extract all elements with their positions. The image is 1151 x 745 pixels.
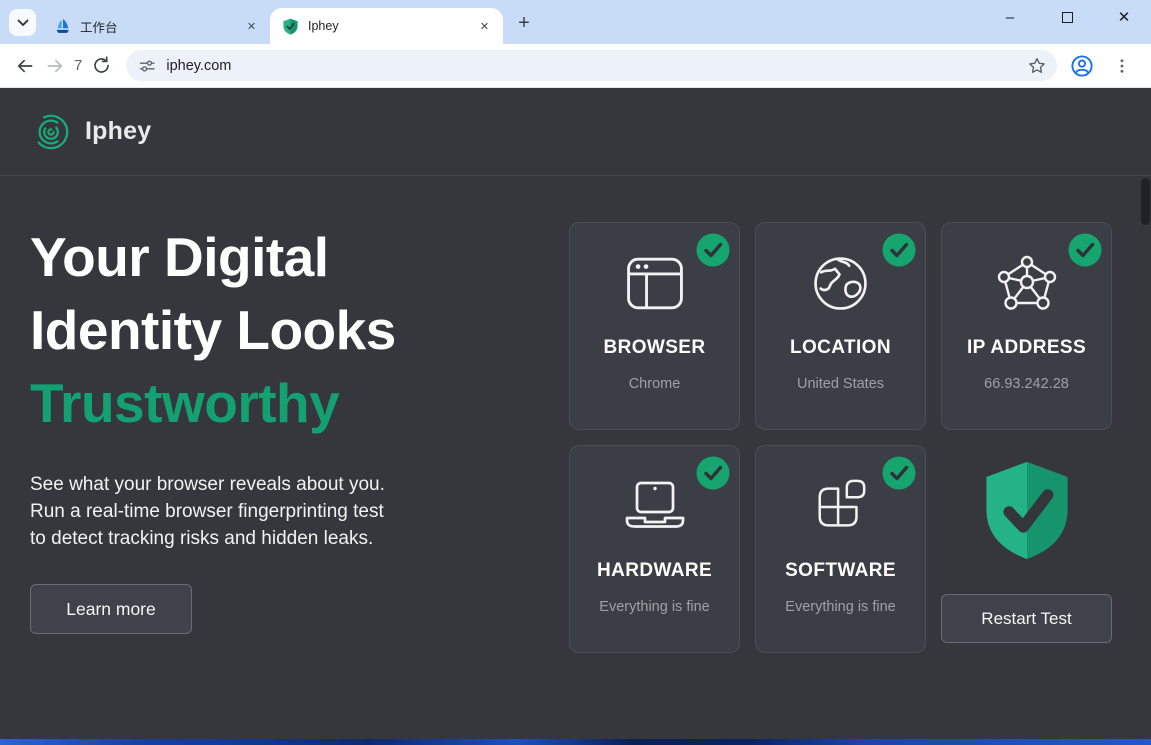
card-title: IP ADDRESS bbox=[942, 337, 1111, 359]
tab-label: Iphey bbox=[308, 19, 476, 33]
desktop-wallpaper-strip bbox=[0, 739, 1151, 745]
maximize-button[interactable] bbox=[1052, 2, 1082, 32]
fingerprint-logo-icon bbox=[30, 111, 72, 153]
card-title: BROWSER bbox=[570, 337, 739, 359]
tab-iphey[interactable]: Iphey ✕ bbox=[270, 8, 503, 44]
tab-close-icon[interactable]: ✕ bbox=[243, 18, 260, 35]
reload-icon bbox=[92, 56, 111, 75]
status-card-location[interactable]: LOCATION United States bbox=[755, 222, 926, 430]
profile-avatar-icon bbox=[1070, 54, 1094, 78]
toolbar-right-group bbox=[1067, 51, 1137, 81]
check-badge-icon bbox=[696, 456, 730, 490]
card-value: Everything is fine bbox=[756, 599, 925, 615]
card-value: Everything is fine bbox=[570, 599, 739, 615]
status-card-ip-address[interactable]: IP ADDRESS 66.93.242.28 bbox=[941, 222, 1112, 430]
shield-check-icon bbox=[282, 18, 299, 35]
menu-button[interactable] bbox=[1107, 51, 1137, 81]
restart-test-button[interactable]: Restart Test bbox=[941, 594, 1112, 643]
tab-workbench[interactable]: 工作台 ✕ bbox=[42, 8, 270, 44]
card-title: SOFTWARE bbox=[756, 560, 925, 582]
browser-tab-bar: 工作台 ✕ Iphey ✕ + – ✕ bbox=[0, 0, 1151, 44]
hero-title-line1: Your Digital bbox=[30, 226, 329, 288]
forward-button[interactable] bbox=[40, 51, 70, 81]
minimize-button[interactable]: – bbox=[995, 2, 1025, 32]
card-value: United States bbox=[756, 376, 925, 392]
page-scrollbar[interactable] bbox=[1140, 176, 1151, 739]
hero-title: Your Digital Identity Looks Trustworthy bbox=[30, 221, 535, 440]
browser-toolbar: 7 iphey.com bbox=[0, 44, 1151, 88]
bookmark-star-icon[interactable] bbox=[1027, 56, 1047, 76]
card-value: Chrome bbox=[570, 376, 739, 392]
hero-desc-line3: to detect tracking risks and hidden leak… bbox=[30, 528, 373, 549]
status-card-software[interactable]: SOFTWARE Everything is fine bbox=[755, 445, 926, 653]
result-cell: Restart Test bbox=[941, 445, 1112, 653]
maximize-icon bbox=[1062, 12, 1073, 23]
window-controls: – ✕ bbox=[995, 0, 1139, 34]
hero-description: See what your browser reveals about you.… bbox=[30, 471, 535, 552]
new-tab-button[interactable]: + bbox=[510, 9, 538, 37]
status-card-grid: BROWSER Chrome bbox=[569, 222, 1112, 653]
reload-button[interactable] bbox=[86, 51, 116, 81]
status-card-hardware[interactable]: HARDWARE Everything is fine bbox=[569, 445, 740, 653]
tab-search-button[interactable] bbox=[9, 9, 36, 36]
tab-label: 工作台 bbox=[80, 17, 243, 36]
site-header: Iphey bbox=[0, 88, 1151, 176]
hero-desc-line1: See what your browser reveals about you. bbox=[30, 474, 385, 495]
hero-section: Your Digital Identity Looks Trustworthy … bbox=[30, 221, 535, 634]
brand-name[interactable]: Iphey bbox=[85, 117, 151, 146]
shield-check-icon bbox=[981, 459, 1073, 566]
main-content: Your Digital Identity Looks Trustworthy … bbox=[0, 176, 1151, 738]
three-dot-menu-icon bbox=[1113, 57, 1131, 75]
scrollbar-thumb[interactable] bbox=[1141, 178, 1150, 225]
url-text[interactable]: iphey.com bbox=[166, 58, 1027, 74]
close-button[interactable]: ✕ bbox=[1109, 2, 1139, 32]
address-bar[interactable]: iphey.com bbox=[126, 50, 1057, 81]
forward-arrow-icon bbox=[45, 56, 65, 76]
chevron-down-icon bbox=[17, 19, 29, 27]
tab-close-icon[interactable]: ✕ bbox=[476, 18, 493, 35]
back-arrow-icon bbox=[15, 56, 35, 76]
card-value: 66.93.242.28 bbox=[942, 376, 1111, 392]
check-badge-icon bbox=[1068, 233, 1102, 267]
sailboat-icon bbox=[54, 18, 71, 35]
status-card-browser[interactable]: BROWSER Chrome bbox=[569, 222, 740, 430]
site-settings-icon[interactable] bbox=[138, 57, 156, 75]
profile-button[interactable] bbox=[1067, 51, 1097, 81]
hero-title-accent: Trustworthy bbox=[30, 372, 339, 434]
history-count: 7 bbox=[74, 57, 82, 74]
card-title: HARDWARE bbox=[570, 560, 739, 582]
check-badge-icon bbox=[696, 233, 730, 267]
learn-more-button[interactable]: Learn more bbox=[30, 584, 192, 634]
back-button[interactable] bbox=[10, 51, 40, 81]
iphey-page: Iphey Your Digital Identity Looks Trustw… bbox=[0, 88, 1151, 739]
hero-desc-line2: Run a real-time browser fingerprinting t… bbox=[30, 501, 384, 522]
check-badge-icon bbox=[882, 233, 916, 267]
check-badge-icon bbox=[882, 456, 916, 490]
card-title: LOCATION bbox=[756, 337, 925, 359]
hero-title-line2: Identity Looks bbox=[30, 299, 396, 361]
